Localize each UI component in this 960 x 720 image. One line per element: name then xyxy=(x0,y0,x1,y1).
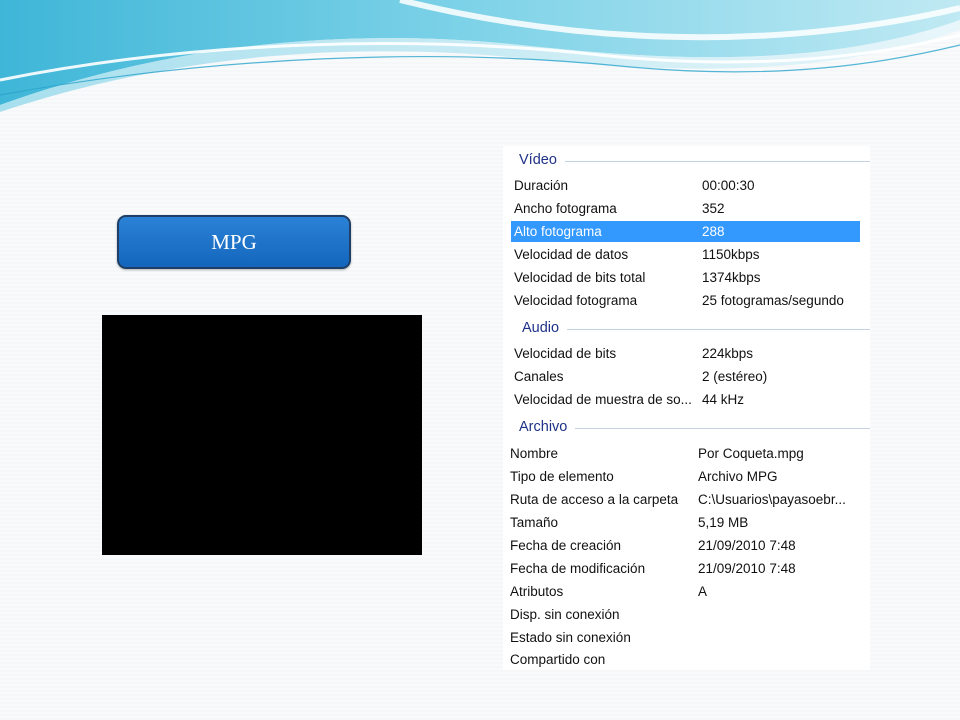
property-value: A xyxy=(698,584,708,599)
property-row-data-rate[interactable]: Velocidad de datos 1150kbps xyxy=(514,244,860,265)
property-label: Disp. sin conexión xyxy=(510,607,620,622)
property-row-attributes[interactable]: Atributos A xyxy=(510,581,860,602)
property-label: Ancho fotograma xyxy=(514,201,617,216)
property-value: Archivo MPG xyxy=(698,469,778,484)
property-value: 352 xyxy=(702,201,725,216)
property-value: 5,19 MB xyxy=(698,515,749,530)
property-label: Canales xyxy=(514,369,564,384)
format-label: MPG xyxy=(117,215,351,269)
property-value: 1374kbps xyxy=(702,270,761,285)
property-value: 288 xyxy=(702,224,725,239)
property-label: Atributos xyxy=(510,584,564,599)
section-divider xyxy=(567,328,870,330)
property-label: Velocidad de bits total xyxy=(514,270,646,285)
property-label: Velocidad fotograma xyxy=(514,293,638,308)
property-value: 44 kHz xyxy=(702,392,745,407)
property-label: Velocidad de bits xyxy=(514,346,617,361)
properties-panel: Vídeo Duración 00:00:30 Ancho fotograma … xyxy=(503,146,870,670)
property-row-total-bitrate[interactable]: Velocidad de bits total 1374kbps xyxy=(514,267,860,288)
property-row-channels[interactable]: Canales 2 (estéreo) xyxy=(514,366,860,387)
property-label: Tamaño xyxy=(510,515,559,530)
property-row-item-type[interactable]: Tipo de elemento Archivo MPG xyxy=(510,466,860,487)
section-divider xyxy=(564,160,870,162)
property-value: Por Coqueta.mpg xyxy=(698,446,804,461)
property-row-size[interactable]: Tamaño 5,19 MB xyxy=(510,512,860,533)
section-title-audio: Audio xyxy=(522,320,560,336)
property-row-audio-bitrate[interactable]: Velocidad de bits 224kbps xyxy=(514,343,860,364)
section-title-file: Archivo xyxy=(519,419,568,435)
video-preview[interactable] xyxy=(102,315,422,555)
property-row-frame-height[interactable]: Alto fotograma 288 xyxy=(511,221,860,242)
property-row-date-created[interactable]: Fecha de creación 21/09/2010 7:48 xyxy=(510,535,860,556)
property-value: 00:00:30 xyxy=(702,178,755,193)
property-label: Estado sin conexión xyxy=(510,630,631,645)
property-row-sample-rate[interactable]: Velocidad de muestra de so... 44 kHz xyxy=(514,389,860,410)
property-label: Velocidad de muestra de so... xyxy=(514,392,692,407)
property-label: Velocidad de datos xyxy=(514,247,629,262)
section-header-audio: Audio xyxy=(503,319,870,337)
property-value: 1150kbps xyxy=(702,247,760,262)
property-row-name[interactable]: Nombre Por Coqueta.mpg xyxy=(510,443,860,464)
property-label: Fecha de creación xyxy=(510,538,622,553)
property-value: C:\Usuarios\payasoebr... xyxy=(698,492,846,507)
property-value: 21/09/2010 7:48 xyxy=(698,561,796,576)
property-value: 25 fotogramas/segundo xyxy=(702,293,844,308)
property-value: 2 (estéreo) xyxy=(702,369,768,384)
property-label: Alto fotograma xyxy=(514,224,602,239)
property-row-date-modified[interactable]: Fecha de modificación 21/09/2010 7:48 xyxy=(510,558,860,579)
section-header-video: Vídeo xyxy=(503,151,870,169)
section-header-file: Archivo xyxy=(503,418,870,436)
property-row-folder-path[interactable]: Ruta de acceso a la carpeta C:\Usuarios\… xyxy=(510,489,860,510)
property-label: Nombre xyxy=(510,446,559,461)
property-value: 224kbps xyxy=(702,346,754,361)
property-label: Tipo de elemento xyxy=(510,469,614,484)
property-row-frame-width[interactable]: Ancho fotograma 352 xyxy=(514,198,860,219)
section-title-video: Vídeo xyxy=(519,152,557,168)
property-value: 21/09/2010 7:48 xyxy=(698,538,796,553)
property-row-offline-availability[interactable]: Disp. sin conexión xyxy=(510,604,860,625)
property-label: Ruta de acceso a la carpeta xyxy=(510,492,679,507)
property-row-frame-rate[interactable]: Velocidad fotograma 25 fotogramas/segund… xyxy=(514,290,860,311)
decorative-wave-header xyxy=(0,0,960,112)
property-row-duration[interactable]: Duración 00:00:30 xyxy=(514,175,860,196)
property-row-shared-with[interactable]: Compartido con xyxy=(510,649,860,670)
property-row-offline-status[interactable]: Estado sin conexión xyxy=(510,627,860,648)
property-label: Duración xyxy=(514,178,569,193)
property-label: Fecha de modificación xyxy=(510,561,646,576)
section-divider xyxy=(575,427,870,429)
property-label: Compartido con xyxy=(510,652,606,667)
